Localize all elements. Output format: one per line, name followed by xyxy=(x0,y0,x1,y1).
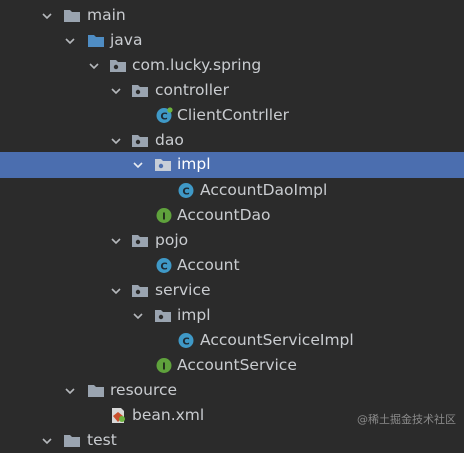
chevron-down-icon[interactable] xyxy=(40,3,54,28)
tree-node-dao[interactable]: dao xyxy=(0,128,464,153)
tree-node-label: AccountDao xyxy=(177,206,271,224)
package-icon xyxy=(154,307,172,324)
chevron-down-icon[interactable] xyxy=(109,128,123,153)
tree-node-service[interactable]: service xyxy=(0,278,464,303)
svg-text:C: C xyxy=(182,187,189,198)
tree-node-label: AccountDaoImpl xyxy=(200,181,328,199)
tree-node-label: com.lucky.spring xyxy=(132,56,262,74)
tree-node-label: controller xyxy=(155,81,229,99)
package-icon xyxy=(131,132,149,149)
tree-node-account-service-impl[interactable]: C AccountServiceImpl xyxy=(0,328,464,353)
spring-class-icon: C xyxy=(155,107,173,124)
package-icon xyxy=(131,232,149,249)
chevron-down-icon[interactable] xyxy=(131,303,145,328)
tree-node-java[interactable]: java xyxy=(0,28,464,53)
tree-node-label: bean.xml xyxy=(132,406,205,424)
tree-node-package[interactable]: com.lucky.spring xyxy=(0,53,464,78)
package-icon xyxy=(154,156,172,173)
chevron-down-icon[interactable] xyxy=(109,78,123,103)
svg-text:I: I xyxy=(162,362,166,373)
tree-node-account-dao-impl[interactable]: C AccountDaoImpl xyxy=(0,178,464,203)
tree-node-controller[interactable]: controller xyxy=(0,78,464,103)
tree-node-label: dao xyxy=(155,131,184,149)
tree-node-account-dao[interactable]: I AccountDao xyxy=(0,203,464,228)
svg-text:C: C xyxy=(182,337,189,348)
svg-text:I: I xyxy=(162,212,166,223)
tree-node-account-service[interactable]: I AccountService xyxy=(0,353,464,378)
tree-node-pojo[interactable]: pojo xyxy=(0,228,464,253)
folder-icon xyxy=(63,7,81,24)
chevron-down-icon[interactable] xyxy=(109,228,123,253)
tree-node-service-impl[interactable]: impl xyxy=(0,303,464,328)
class-icon: C xyxy=(177,332,195,349)
tree-node-label: impl xyxy=(177,306,211,324)
tree-node-label: pojo xyxy=(155,231,189,249)
interface-icon: I xyxy=(155,357,173,374)
svg-text:C: C xyxy=(160,262,167,273)
tree-node-label: resource xyxy=(110,381,178,399)
tree-node-label: main xyxy=(87,6,126,24)
tree-node-main[interactable]: main xyxy=(0,3,464,28)
class-icon: C xyxy=(177,182,195,199)
tree-node-label: ClientContrller xyxy=(177,106,289,124)
watermark: @稀土掘金技术社区 xyxy=(357,413,456,426)
tree-node-dao-impl[interactable]: impl xyxy=(0,152,464,178)
source-folder-icon xyxy=(87,32,105,49)
tree-node-label: service xyxy=(155,281,211,299)
tree-node-resource[interactable]: resource xyxy=(0,378,464,403)
svg-text:C: C xyxy=(160,112,167,123)
tree-node-label: AccountService xyxy=(177,356,297,374)
tree-node-label: AccountServiceImpl xyxy=(200,331,354,349)
chevron-down-icon[interactable] xyxy=(63,28,77,53)
chevron-down-icon[interactable] xyxy=(63,378,77,403)
tree-node-label: java xyxy=(110,31,143,49)
folder-icon xyxy=(87,382,105,399)
package-icon xyxy=(131,282,149,299)
chevron-down-icon[interactable] xyxy=(131,152,145,177)
package-icon xyxy=(131,82,149,99)
tree-node-account[interactable]: C Account xyxy=(0,253,464,278)
chevron-down-icon[interactable] xyxy=(109,278,123,303)
interface-icon: I xyxy=(155,207,173,224)
tree-node-client-controller[interactable]: C ClientContrller xyxy=(0,103,464,128)
tree-node-label: Account xyxy=(177,256,240,274)
tree-node-label: impl xyxy=(177,155,211,173)
chevron-down-icon[interactable] xyxy=(87,53,101,78)
xml-file-icon xyxy=(109,407,127,424)
class-icon: C xyxy=(155,257,173,274)
package-icon xyxy=(109,57,127,74)
